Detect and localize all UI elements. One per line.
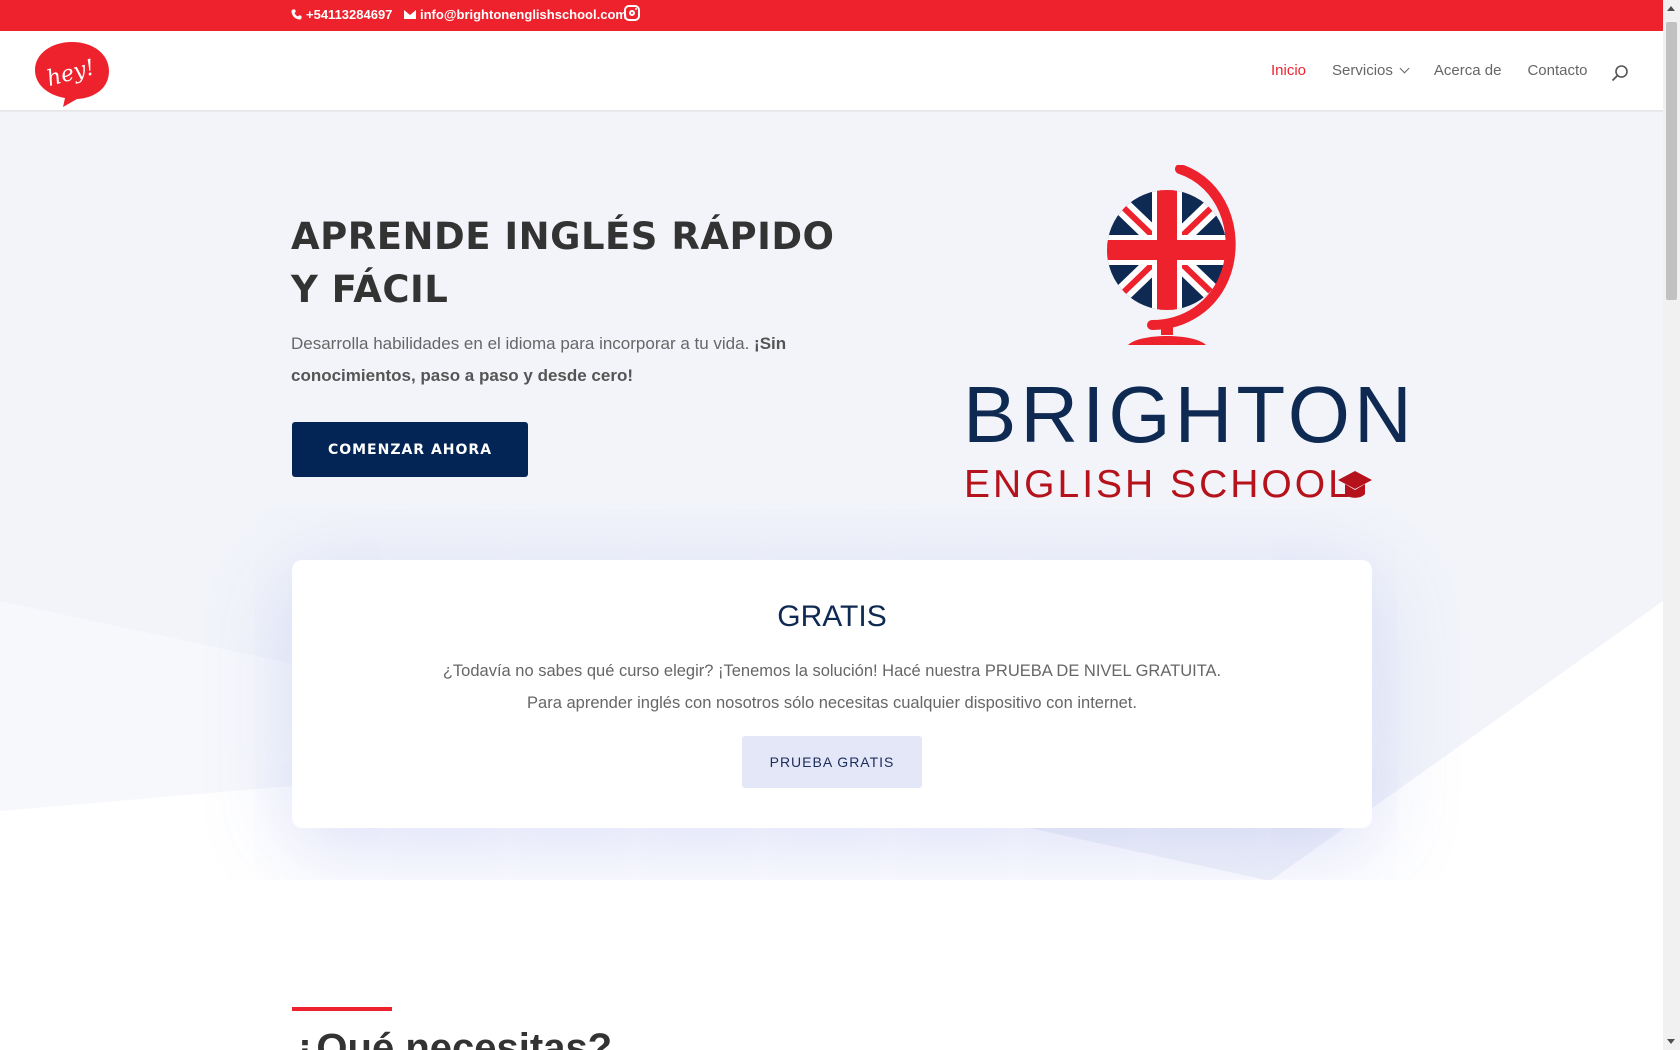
chevron-down-icon	[1399, 63, 1410, 74]
top-bar: +54113284697 info@brightonenglishschool.…	[0, 0, 1663, 31]
email-address: info@brightonenglishschool.com	[420, 7, 627, 22]
page-scrollbar[interactable]	[1663, 0, 1680, 1050]
search-icon[interactable]	[1611, 64, 1629, 82]
section-divider	[292, 1007, 392, 1011]
scroll-thumb[interactable]	[1666, 22, 1677, 300]
brand-name: BRIGHTON	[963, 370, 1416, 459]
nav-label: Inicio	[1271, 62, 1307, 79]
hero-title: APRENDE INGLÉS RÁPIDO Y FÁCIL	[291, 215, 835, 311]
nav-label: Contacto	[1527, 62, 1588, 79]
nav-item-contacto[interactable]: Contacto	[1527, 62, 1587, 79]
scroll-up-arrow-icon[interactable]	[1667, 6, 1675, 11]
mail-icon	[404, 10, 416, 19]
card-text: ¿Todavía no sabes qué curso elegir? ¡Ten…	[442, 662, 1222, 712]
phone-icon	[291, 9, 302, 20]
nav-item-servicios[interactable]: Servicios	[1332, 62, 1410, 79]
hero-subtitle-plain: Desarrolla habilidades en el idioma para…	[291, 334, 755, 353]
site-header: hey! Inicio Servicios Acerca de Contacto	[0, 31, 1663, 111]
scroll-down-arrow-icon[interactable]	[1667, 1039, 1675, 1044]
phone-link[interactable]: +54113284697	[291, 7, 392, 22]
next-section	[0, 880, 1663, 1050]
email-link[interactable]: info@brightonenglishschool.com	[404, 7, 627, 22]
free-test-card: GRATIS ¿Todavía no sabes qué curso elegi…	[292, 560, 1372, 828]
instagram-icon	[624, 5, 640, 21]
nav-label: Acerca de	[1433, 62, 1502, 79]
phone-number: +54113284697	[306, 7, 393, 22]
site-logo[interactable]: hey!	[33, 40, 111, 108]
graduation-cap-icon	[1338, 471, 1372, 498]
main-nav: Inicio Servicios Acerca de Contacto	[1271, 62, 1613, 79]
section-heading: ¿Qué necesitas?	[292, 1026, 613, 1050]
nav-label: Servicios	[1332, 62, 1393, 79]
hero-subtitle: Desarrolla habilidades en el idioma para…	[291, 328, 831, 392]
instagram-link[interactable]	[624, 5, 640, 21]
nav-item-inicio[interactable]: Inicio	[1271, 62, 1306, 79]
card-title: GRATIS	[777, 600, 887, 633]
start-now-button[interactable]: COMENZAR AHORA	[292, 422, 528, 477]
brand-subname: ENGLISH SCHOOL	[964, 463, 1353, 506]
free-test-button[interactable]: PRUEBA GRATIS	[742, 736, 922, 788]
nav-item-acerca-de[interactable]: Acerca de	[1434, 62, 1502, 79]
